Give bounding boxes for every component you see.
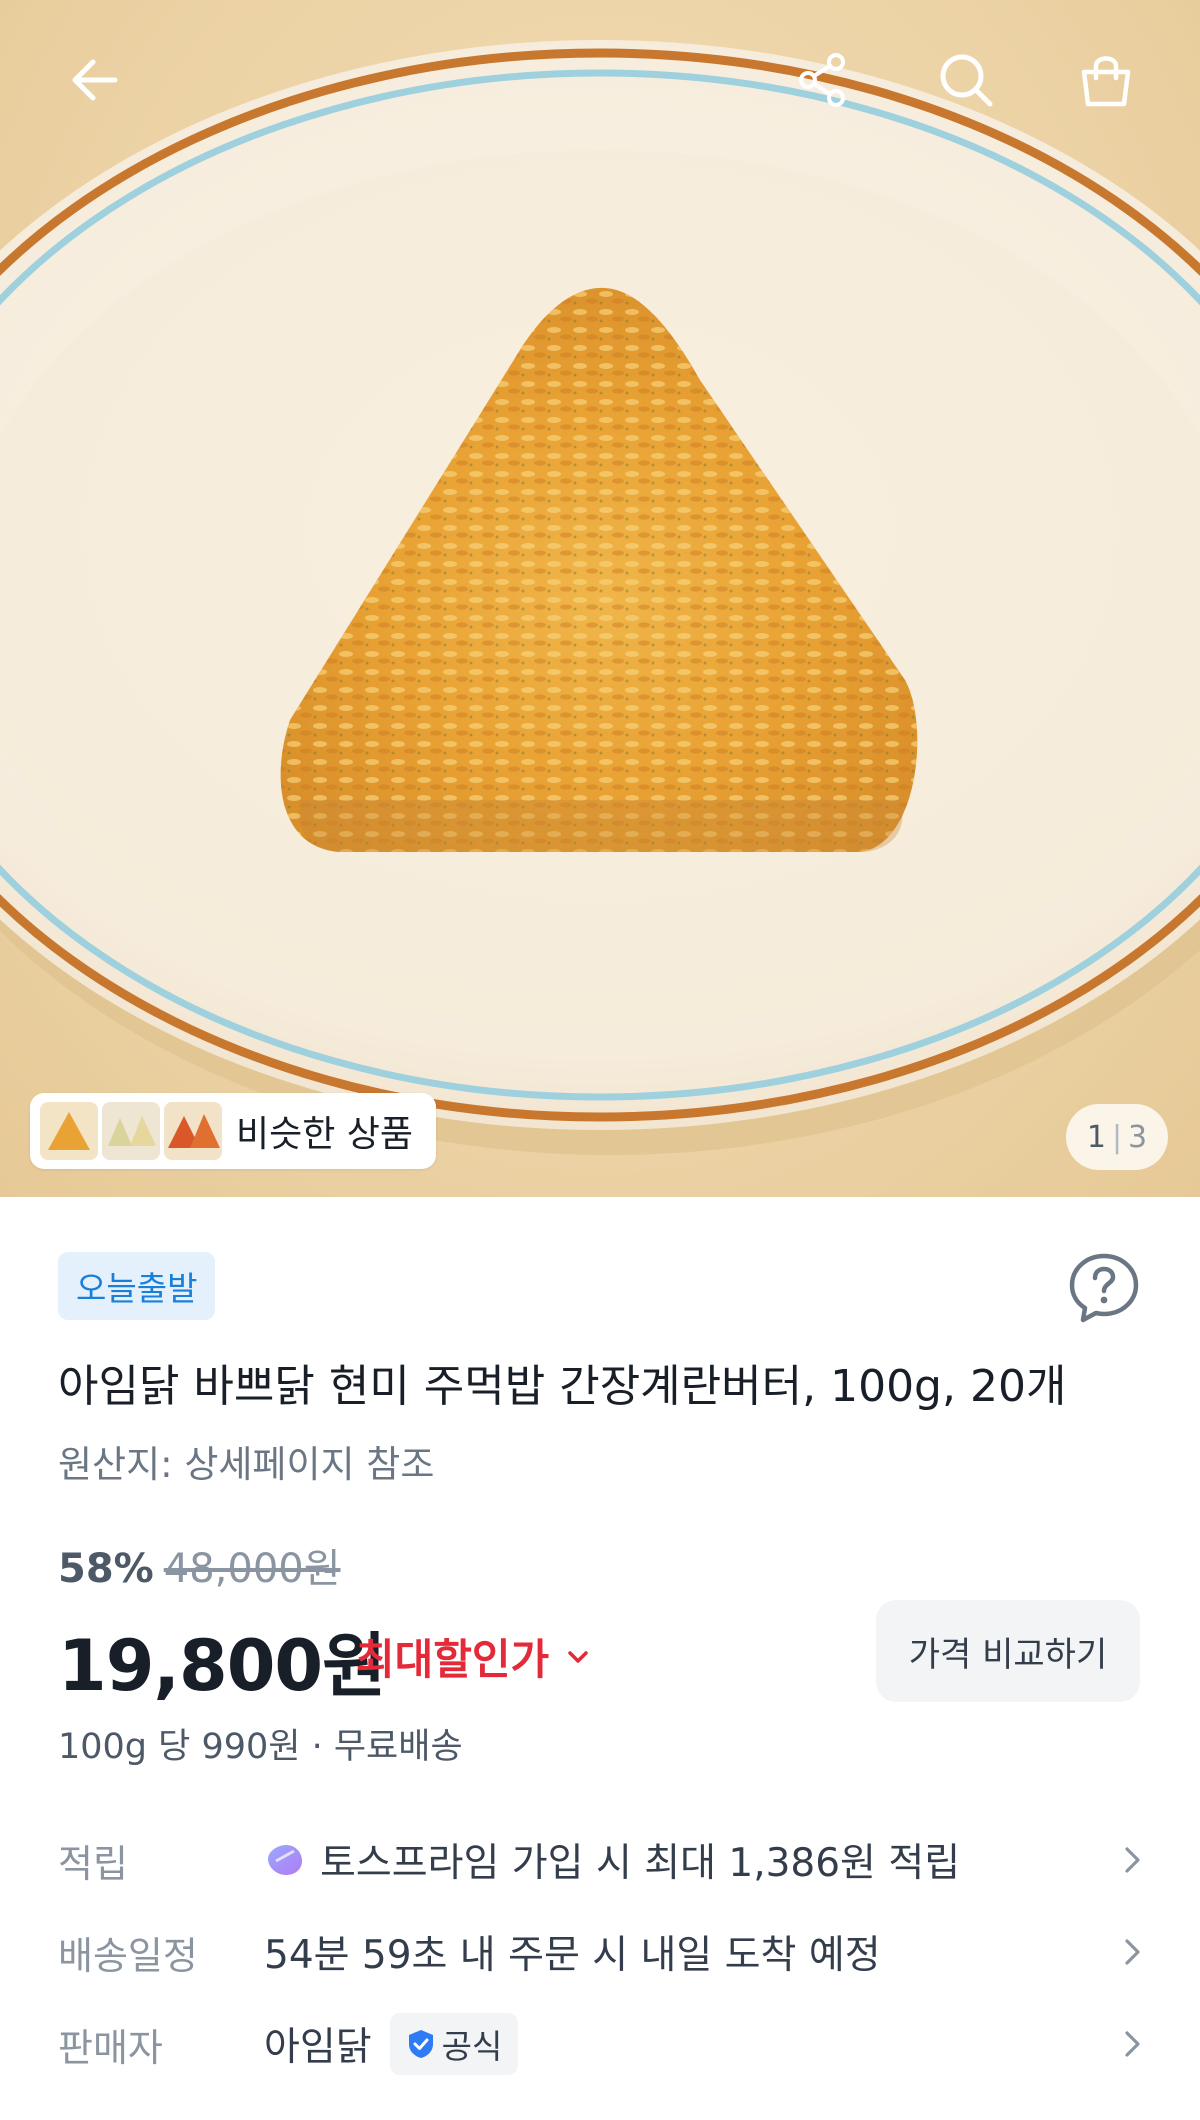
back-arrow-icon bbox=[72, 59, 118, 101]
search-button[interactable] bbox=[926, 40, 1006, 120]
points-chevron bbox=[1104, 1844, 1144, 1876]
similar-products-button[interactable]: 비슷한 상품 bbox=[30, 1093, 436, 1169]
pager-total: 3 bbox=[1128, 1119, 1148, 1155]
gem-icon bbox=[268, 1845, 302, 1875]
onigiri-photo bbox=[0, 40, 1200, 1155]
seller-chevron bbox=[1104, 2028, 1144, 2060]
back-button[interactable] bbox=[55, 40, 135, 120]
product-origin: 원산지: 상세페이지 참조 bbox=[58, 1443, 435, 1486]
delivery-label: 배송일정 bbox=[58, 1933, 198, 1978]
points-label: 적립 bbox=[58, 1841, 128, 1886]
sale-price: 19,800원 bbox=[58, 1625, 387, 1707]
discount-line: 58% 48,000원 bbox=[58, 1536, 341, 1594]
share-button[interactable] bbox=[782, 40, 862, 120]
top-nav-bar bbox=[0, 0, 1200, 170]
similar-thumb-1 bbox=[40, 1102, 98, 1160]
product-image[interactable]: 비슷한 상품 1 | 3 bbox=[0, 0, 1200, 1197]
today-ship-badge: 오늘출발 bbox=[58, 1252, 216, 1320]
points-value-wrap: 토스프라임 가입 시 최대 1,386원 적립 bbox=[264, 1832, 1104, 1888]
original-price: 48,000원 bbox=[163, 1546, 341, 1592]
verified-check-icon bbox=[408, 2030, 433, 2058]
share-icon bbox=[799, 53, 845, 107]
cart-icon bbox=[1081, 56, 1131, 107]
delivery-value: 54분 59초 내 주문 시 내일 도착 예정 bbox=[264, 1933, 881, 1978]
help-icon bbox=[1069, 1253, 1139, 1323]
discount-percent: 58% bbox=[58, 1546, 154, 1592]
compare-price-button[interactable]: 가격 비교하기 bbox=[876, 1600, 1140, 1702]
search-icon bbox=[940, 54, 993, 107]
image-pager: 1 | 3 bbox=[1066, 1104, 1168, 1170]
points-value: 토스프라임 가입 시 최대 1,386원 적립 bbox=[320, 1841, 961, 1886]
seller-name: 아임닭 bbox=[264, 2025, 372, 2070]
seller-label: 판매자 bbox=[58, 2025, 163, 2070]
points-row[interactable]: 적립 토스프라임 가입 시 최대 1,386원 적립 bbox=[58, 1830, 1144, 1890]
pager-separator: | bbox=[1111, 1119, 1123, 1155]
chevron-right-icon bbox=[1125, 2031, 1140, 2057]
max-discount-label: 최대할인가 bbox=[356, 1635, 550, 1684]
delivery-row[interactable]: 배송일정 54분 59초 내 주문 시 내일 도착 예정 bbox=[58, 1922, 1144, 1982]
official-label: 공식 bbox=[441, 2027, 503, 2066]
chevron-down-icon bbox=[568, 1650, 588, 1663]
cart-button[interactable] bbox=[1066, 40, 1146, 120]
unit-price-shipping: 100g 당 990원 · 무료배송 bbox=[58, 1727, 463, 1767]
official-badge: 공식 bbox=[389, 2013, 519, 2075]
seller-value-wrap: 아임닭 공식 bbox=[264, 2013, 1104, 2075]
max-discount-toggle[interactable]: 최대할인가 bbox=[356, 1626, 591, 1687]
delivery-chevron bbox=[1104, 1936, 1144, 1968]
chevron-right-icon bbox=[1125, 1939, 1140, 1965]
product-title: 아임닭 바쁘닭 현미 주먹밥 간장계란버터, 100g, 20개 bbox=[58, 1361, 1067, 1412]
similar-thumb-3 bbox=[164, 1102, 222, 1160]
similar-thumb-2 bbox=[102, 1102, 160, 1160]
chevron-right-icon bbox=[1125, 1847, 1140, 1873]
seller-row[interactable]: 판매자 아임닭 공식 bbox=[58, 2013, 1144, 2075]
similar-products-label: 비슷한 상품 bbox=[236, 1114, 414, 1155]
pager-current: 1 bbox=[1086, 1119, 1106, 1155]
help-button[interactable] bbox=[1066, 1250, 1142, 1326]
